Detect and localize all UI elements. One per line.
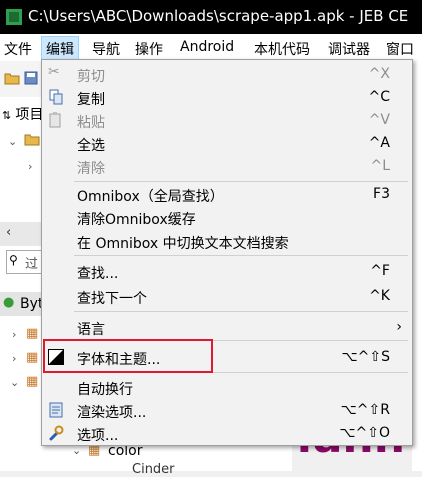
partial-node-label[interactable]: Cinder xyxy=(132,462,175,477)
package-icon: ▦ xyxy=(26,326,39,341)
menu-item-select-all[interactable]: 全选 ^A xyxy=(42,132,412,155)
jeb-app-icon xyxy=(6,9,22,25)
title-bar: C:\Users\ABC\Downloads\scrape-app1.apk -… xyxy=(0,0,422,34)
editor-area xyxy=(412,61,422,471)
copy-icon xyxy=(49,89,63,105)
project-panel-icon: ⇅ xyxy=(2,109,12,122)
wrench-icon xyxy=(49,425,64,441)
scroll-left-icon[interactable]: ‹ xyxy=(6,225,11,240)
menu-item-cut[interactable]: ✂ 剪切 ^X xyxy=(42,63,412,86)
scissors-icon: ✂ xyxy=(48,64,60,80)
menu-bar: 文件 编辑 导航 操作 Android 本机代码 调试器 窗口 xyxy=(0,34,422,62)
menu-item-paste[interactable]: 粘贴 ^V xyxy=(42,109,412,132)
project-panel xyxy=(0,97,42,471)
render-options-icon xyxy=(49,402,63,418)
menu-item-language[interactable]: 语言 › xyxy=(42,316,412,339)
paste-icon xyxy=(49,112,61,128)
project-header: ⇅ 项目 xyxy=(2,104,43,124)
tree-expand-icon-2[interactable]: › xyxy=(12,328,16,341)
menu-separator xyxy=(74,181,408,182)
menu-item-options[interactable]: 选项... ⌥^⇧O xyxy=(42,422,412,445)
save-icon[interactable] xyxy=(24,71,38,85)
menu-item-clear[interactable]: 清除 ^L xyxy=(42,155,412,178)
menu-window[interactable]: 窗口 xyxy=(386,39,414,59)
tree-expand-icon[interactable]: ⌄ xyxy=(8,135,17,148)
menu-item-find[interactable]: 查找... ^F xyxy=(42,260,412,283)
open-folder-icon[interactable] xyxy=(4,71,20,85)
menu-debugger[interactable]: 调试器 xyxy=(328,39,370,59)
package-icon-3: ▦ xyxy=(26,374,39,389)
menu-android[interactable]: Android xyxy=(180,39,234,55)
panel-splitter[interactable]: ‹ xyxy=(0,222,42,246)
menu-item-word-wrap[interactable]: 自动换行 xyxy=(42,376,412,399)
bytecode-header: ● Byt xyxy=(0,292,44,316)
menu-navigate[interactable]: 导航 xyxy=(92,39,120,59)
search-icon: ⚲ xyxy=(9,253,18,267)
menu-item-omnibox[interactable]: Omnibox（全局查找） F3 xyxy=(42,183,412,206)
filter-input[interactable]: ⚲ 过 xyxy=(6,250,42,274)
submenu-arrow-icon: › xyxy=(396,319,402,335)
tree-collapse-icon[interactable]: › xyxy=(28,160,32,173)
menu-separator-3 xyxy=(74,311,408,312)
menu-action[interactable]: 操作 xyxy=(135,39,163,59)
package-icon-2: ▦ xyxy=(26,350,39,365)
menu-item-copy[interactable]: 复制 ^C xyxy=(42,86,412,109)
edit-menu-dropdown: ✂ 剪切 ^X 复制 ^C 粘贴 ^V 全选 ^A 清除 ^L Omnibox（… xyxy=(41,59,413,446)
menu-separator-2 xyxy=(74,255,408,256)
tree-collapse-icon-2[interactable]: ⌄ xyxy=(10,376,19,389)
window-title: C:\Users\ABC\Downloads\scrape-app1.apk -… xyxy=(28,7,409,25)
highlight-annotation xyxy=(43,339,213,373)
bytecode-label: Byt xyxy=(20,296,44,312)
android-icon: ● xyxy=(3,295,15,310)
menu-file[interactable]: 文件 xyxy=(4,39,32,59)
menu-item-find-next[interactable]: 查找下一个 ^K xyxy=(42,285,412,308)
menu-native[interactable]: 本机代码 xyxy=(254,39,310,59)
project-label: 项目 xyxy=(15,107,44,123)
toolbar xyxy=(0,61,42,98)
tree-expand-icon-3[interactable]: › xyxy=(12,352,16,365)
menu-item-clear-omnibox-cache[interactable]: 清除Omnibox缓存 xyxy=(42,206,412,229)
folder-icon xyxy=(24,134,40,146)
menu-item-toggle-text-search[interactable]: 在 Omnibox 中切换文本文档搜索 xyxy=(42,230,412,253)
filter-placeholder: 过 xyxy=(25,257,39,272)
menu-item-render-options[interactable]: 渲染选项... ⌥^⇧R xyxy=(42,399,412,422)
